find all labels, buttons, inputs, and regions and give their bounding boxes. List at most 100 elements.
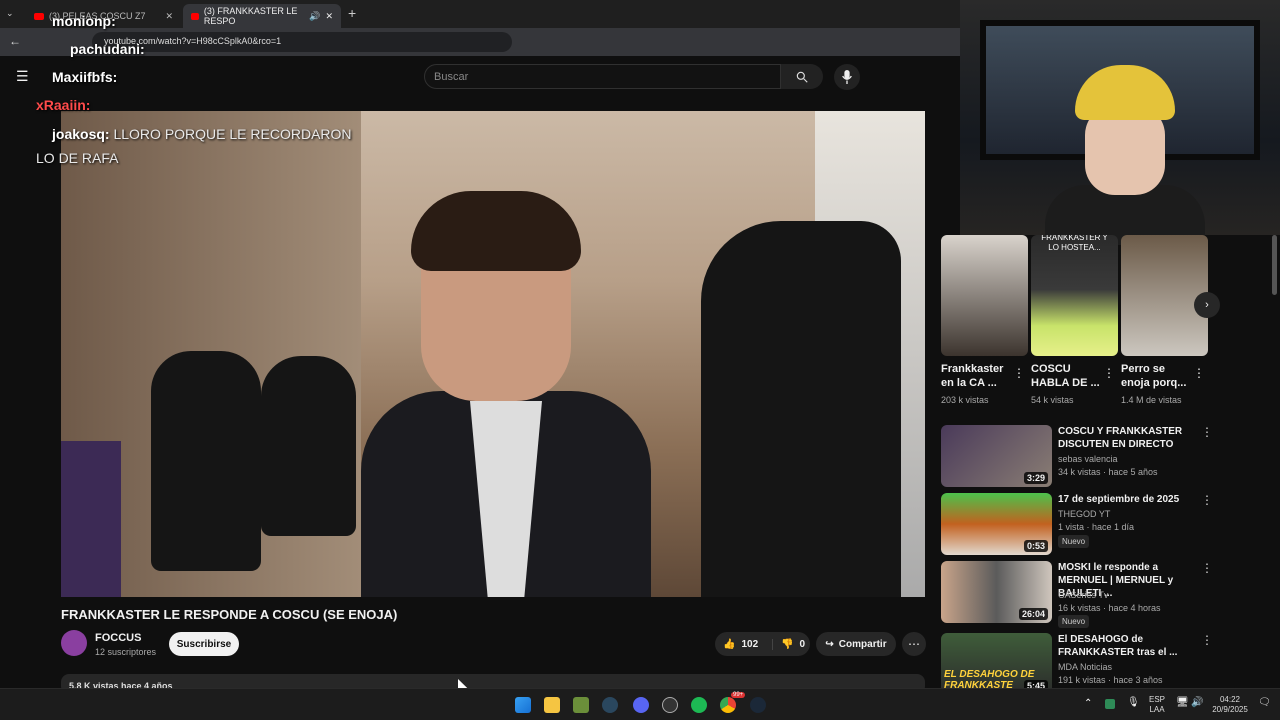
shorts-card-1[interactable] (941, 235, 1028, 356)
chat-user: monionp: (52, 13, 116, 29)
dislike-button[interactable]: 👎 0 (773, 639, 805, 650)
search-icon (796, 71, 808, 83)
obs-icon[interactable] (662, 697, 678, 713)
network-icon[interactable]: 🖥 (1176, 697, 1189, 708)
new-badge: Nuevo (1058, 615, 1090, 628)
tab-title: (3) FRANKKASTER LE RESPO (203, 6, 298, 26)
recommendation-channel[interactable]: CASeries Tv (1058, 590, 1108, 600)
discord-icon[interactable] (633, 697, 649, 713)
video-frame-mic-arm (701, 221, 901, 597)
webcam-overlay (960, 0, 1280, 245)
chat-message: LLORO PORQUE LE RECORDARON (113, 126, 352, 142)
microphone-icon (842, 70, 852, 84)
duration-badge: 0:53 (1023, 540, 1048, 552)
recommendation-channel[interactable]: sebas valencia (1058, 454, 1118, 464)
kebab-icon[interactable]: ⋮ (1103, 366, 1115, 380)
recommendation-item[interactable]: 0:53 17 de septiembre de 2025 THEGOD YT … (941, 493, 1261, 557)
person-hair (411, 191, 581, 271)
subscribe-button[interactable]: Suscribirse (169, 632, 239, 656)
app-green-icon[interactable] (573, 697, 589, 713)
address-bar[interactable]: youtube.com/watch?v=H98cCSplkA0&rco=1 (92, 32, 512, 52)
kebab-icon[interactable]: ⋮ (1201, 633, 1213, 647)
channel-name[interactable]: FOCCUS (95, 632, 141, 644)
chat-line: pachudani: (70, 41, 145, 57)
recommendation-item[interactable]: 3:29 COSCU Y FRANKKASTER DISCUTEN EN DIR… (941, 425, 1261, 489)
steam-icon[interactable] (750, 697, 766, 713)
recommendation-thumbnail[interactable]: EL DESAHOGO DE FRANKKASTE 5:45 (941, 633, 1052, 688)
tray-chevron-up-icon[interactable]: ⌃ (1084, 698, 1092, 709)
chat-line: xRaaiin: (36, 97, 90, 113)
shorts-card-2[interactable]: FRANKKASTER Y LO HOSTEA... (1031, 235, 1118, 356)
share-button[interactable]: ↪ Compartir (816, 632, 896, 656)
thumbs-down-icon: 👎 (781, 638, 794, 650)
kebab-icon[interactable]: ⋮ (1201, 425, 1213, 439)
back-arrow-icon[interactable]: ← (9, 34, 21, 48)
shorts-title[interactable]: COSCU HABLA DE ... (1031, 362, 1106, 390)
recommendation-title[interactable]: El DESAHOGO de FRANKKASTER tras el ... (1058, 633, 1208, 659)
recommendation-thumbnail[interactable]: 3:29 (941, 425, 1052, 487)
youtube-favicon-icon (191, 12, 199, 20)
page-scrollbar[interactable] (1272, 235, 1277, 295)
close-icon[interactable]: ✕ (325, 11, 333, 22)
recommendation-item[interactable]: 26:04 MOSKI le responde a MERNUEL | MERN… (941, 561, 1261, 628)
video-frame-chair (261, 356, 356, 536)
kebab-icon[interactable]: ⋮ (1201, 561, 1213, 575)
search-input[interactable]: Buscar (424, 64, 781, 89)
more-actions-button[interactable]: ⋯ (902, 632, 926, 656)
kebab-icon[interactable]: ⋮ (1013, 366, 1025, 380)
menu-icon[interactable]: ☰ (16, 68, 29, 85)
duration-badge: 5:45 (1023, 680, 1048, 688)
chat-user: joakosq: (52, 126, 110, 142)
steam-icon[interactable] (602, 697, 618, 713)
dislike-count: 0 (799, 638, 806, 650)
tray-defender-icon[interactable] (1105, 699, 1115, 709)
recommendation-item[interactable]: EL DESAHOGO DE FRANKKASTE 5:45 El DESAHO… (941, 633, 1261, 688)
duration-badge: 26:04 (1018, 608, 1048, 620)
chat-line: Maxiifbfs: (52, 69, 117, 85)
windows-taskbar: 99+ ⌃ 🎙 ESP LAA 🖥 🔊 04:22 20/9/2025 🗨 (0, 688, 1280, 720)
close-icon[interactable]: ✕ (165, 11, 173, 22)
audio-icon[interactable]: 🔊 (309, 11, 320, 22)
recommendation-channel[interactable]: THEGOD YT (1058, 509, 1110, 519)
recommendation-meta: 16 k vistas · hace 4 horas (1058, 603, 1161, 613)
volume-icon[interactable]: 🔊 (1191, 697, 1203, 708)
shorts-title[interactable]: Frankkaster en la CA ... (941, 362, 1016, 390)
kebab-icon[interactable]: ⋮ (1201, 493, 1213, 507)
screen: ⌄ (3) PELEAS COSCU Z7 ✕ (3) FRANKKASTER … (0, 0, 1280, 720)
thumbs-up-icon: 👍 (723, 638, 736, 650)
webcam-person (1045, 65, 1205, 245)
clock[interactable]: 04:22 20/9/2025 (1207, 695, 1253, 715)
shorts-title[interactable]: Perro se enoja porq... (1121, 362, 1196, 390)
kebab-icon[interactable]: ⋮ (1193, 366, 1205, 380)
recommendation-title[interactable]: COSCU Y FRANKKASTER DISCUTEN EN DIRECTO (1058, 425, 1208, 451)
notification-icon[interactable]: 🗨 (1258, 697, 1271, 708)
video-frame-chair (151, 351, 261, 571)
new-tab-button[interactable]: + (348, 5, 356, 21)
recommendation-meta: 191 k vistas · hace 3 años (1058, 675, 1163, 685)
recommendation-channel[interactable]: MDA Noticias (1058, 662, 1112, 672)
recommendation-title[interactable]: 17 de septiembre de 2025 (1058, 493, 1208, 506)
video-frame-monitor (61, 441, 121, 597)
channel-avatar[interactable] (61, 630, 87, 656)
windows-start-icon[interactable] (515, 697, 531, 713)
tab-frankkaster[interactable]: (3) FRANKKASTER LE RESPO 🔊 ✕ (183, 4, 341, 28)
tab-search-chevron-icon[interactable]: ⌄ (6, 8, 14, 19)
video-title: FRANKKASTER LE RESPONDE A COSCU (SE ENOJ… (61, 607, 398, 622)
file-explorer-icon[interactable] (544, 697, 560, 713)
chrome-icon[interactable] (720, 697, 736, 713)
recommendation-thumbnail[interactable]: 26:04 (941, 561, 1052, 623)
spotify-icon[interactable] (691, 697, 707, 713)
video-player[interactable] (61, 111, 925, 597)
recommendation-thumbnail[interactable]: 0:53 (941, 493, 1052, 555)
video-frame-person (361, 191, 651, 597)
input-language[interactable]: ESP LAA (1146, 695, 1168, 715)
chat-line: monionp: (52, 13, 116, 29)
shorts-card-3[interactable] (1121, 235, 1208, 356)
voice-search-button[interactable] (834, 64, 860, 90)
like-count: 102 (741, 638, 759, 650)
like-button[interactable]: 👍 102 (715, 638, 773, 650)
tray-microphone-icon[interactable]: 🎙 (1127, 697, 1140, 708)
shorts-next-button[interactable]: › (1194, 292, 1220, 318)
search-button[interactable] (781, 64, 823, 89)
chat-user: pachudani: (70, 41, 145, 57)
